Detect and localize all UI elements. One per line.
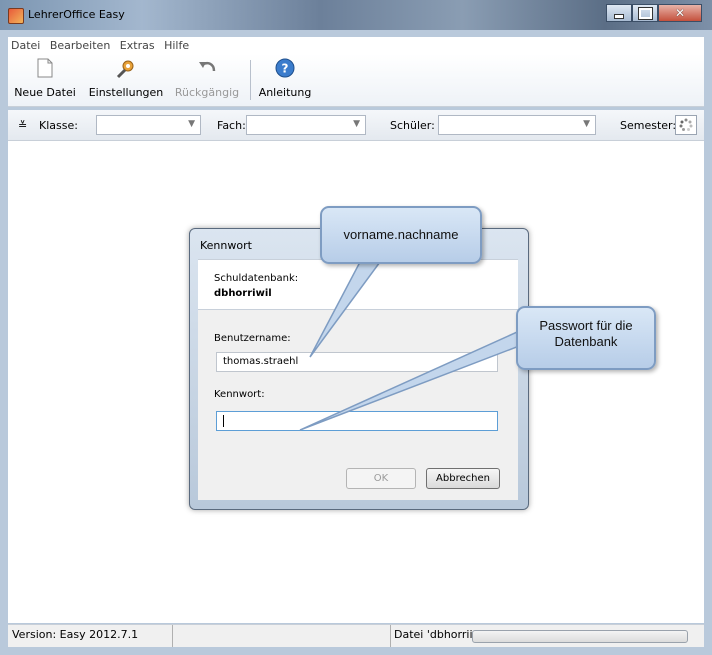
- username-callout-pointer: [309, 261, 382, 358]
- app-window: LehrerOffice Easy ✕ Datei Bearbeiten Ext…: [0, 0, 712, 655]
- username-callout: vorname.nachname: [320, 206, 482, 264]
- password-callout: Passwort für die Datenbank: [516, 306, 656, 370]
- password-callout-pointer: [299, 327, 542, 431]
